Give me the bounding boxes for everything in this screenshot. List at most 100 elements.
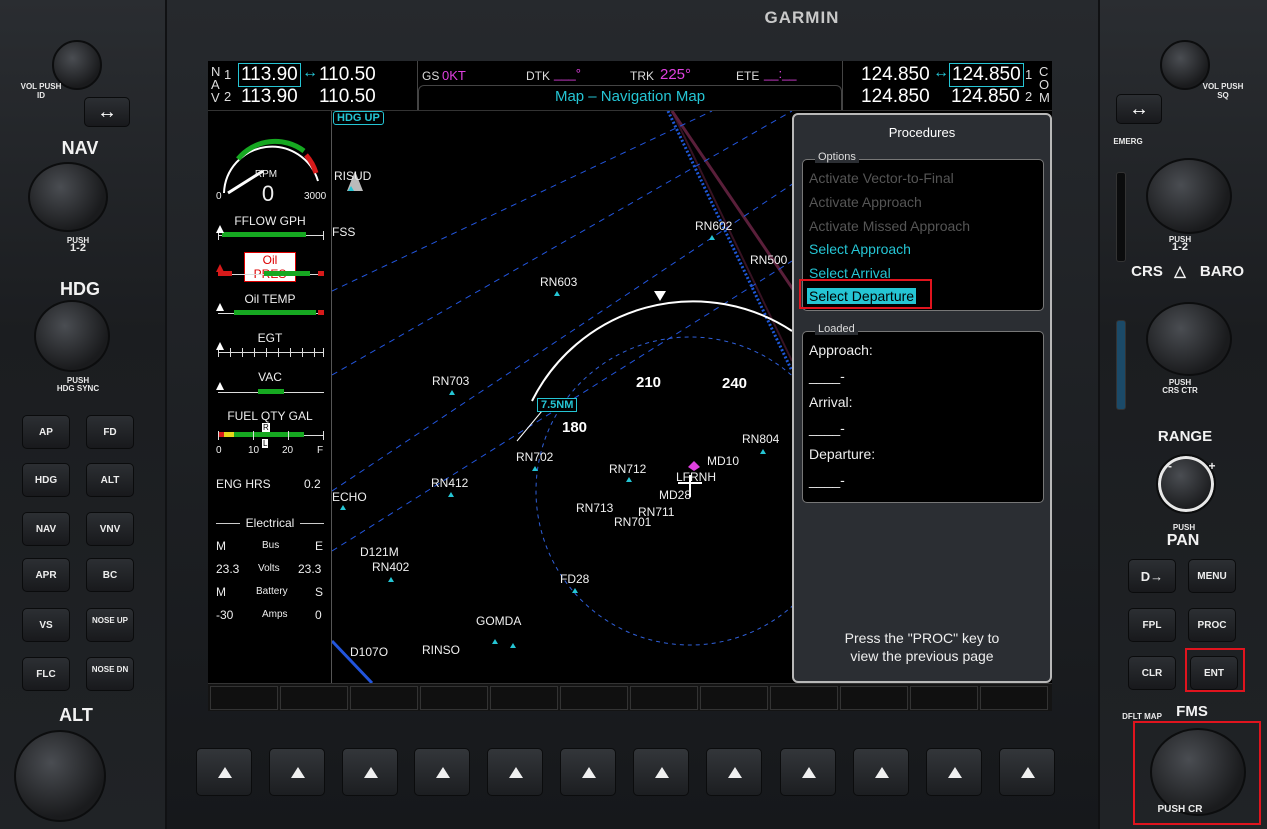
fpl-button[interactable]: FPL <box>1128 608 1176 642</box>
nose-up-button[interactable]: NOSE UP <box>86 608 134 642</box>
crs-baro-knob[interactable] <box>1146 302 1232 376</box>
softkey-4[interactable] <box>414 748 470 796</box>
com2-standby-frequency[interactable]: 124.850 <box>951 86 1020 108</box>
waypoint-fd28[interactable]: FD28 <box>560 572 589 586</box>
nav2-active-frequency[interactable]: 113.90 <box>241 86 298 108</box>
nav-knob[interactable] <box>28 162 108 232</box>
softkey-5[interactable] <box>487 748 543 796</box>
waypoint-icon <box>760 449 766 454</box>
waypoint-rn701[interactable]: RN701 <box>614 515 651 529</box>
com-swap-button[interactable]: ↔ <box>1116 94 1162 124</box>
select-departure-highlight <box>799 279 932 309</box>
waypoint-rn703[interactable]: RN703 <box>432 374 469 388</box>
waypoint-rn500[interactable]: RN500 <box>750 253 787 267</box>
nav1-active-frequency[interactable]: 113.90 <box>238 63 301 87</box>
softkey-6[interactable] <box>560 748 616 796</box>
com-radio-box[interactable]: 124.850 ↔ 124.850 124.850 124.850 1 2 C … <box>842 61 1052 110</box>
footer-line-2: view the previous page <box>850 648 994 664</box>
arrival-label: Arrival: <box>809 394 853 410</box>
apr-button[interactable]: APR <box>22 558 70 592</box>
dflt-map-label: DFLT MAP <box>1122 712 1162 721</box>
waypoint-md10[interactable]: MD10 <box>707 454 739 468</box>
option-activate-vector-to-final: Activate Vector-to-Final <box>809 170 954 186</box>
fms-label: FMS <box>1176 703 1208 720</box>
softkey-arrow-icon <box>655 767 669 778</box>
oil-temp-bar <box>218 308 324 318</box>
softkey-arrow-icon <box>218 767 232 778</box>
waypoint-d107o[interactable]: D107O <box>350 645 388 659</box>
amps-right: 0 <box>315 608 322 622</box>
ap-button[interactable]: AP <box>22 415 70 449</box>
softkey-8[interactable] <box>706 748 762 796</box>
waypoint-gomda[interactable]: GOMDA <box>476 614 521 628</box>
com2-index: 2 <box>1025 89 1033 104</box>
fuel-tick-f: F <box>317 445 324 456</box>
waypoint-rn804[interactable]: RN804 <box>742 432 779 446</box>
menu-button[interactable]: MENU <box>1188 559 1236 593</box>
waypoint-rn702[interactable]: RN702 <box>516 450 553 464</box>
nav-button[interactable]: NAV <box>22 512 70 546</box>
option-select-approach[interactable]: Select Approach <box>809 241 911 257</box>
elec-m1: M <box>216 539 226 553</box>
alt-knob[interactable] <box>14 730 106 822</box>
flc-button[interactable]: FLC <box>22 657 70 691</box>
fms-knob[interactable] <box>1150 728 1246 816</box>
waypoint-icon <box>510 643 516 648</box>
elec-e: E <box>315 539 324 553</box>
footer-line-1: Press the "PROC" key to <box>844 630 1000 646</box>
nose-dn-button[interactable]: NOSE DN <box>86 657 134 691</box>
waypoint-rn412[interactable]: RN412 <box>431 476 468 490</box>
arrival-value: ____- <box>809 420 845 436</box>
softkey-3[interactable] <box>342 748 398 796</box>
clr-button[interactable]: CLR <box>1128 656 1176 690</box>
page-title: Map – Navigation Map <box>554 88 706 105</box>
waypoint-rn712[interactable]: RN712 <box>609 462 646 476</box>
softkey-label-7 <box>630 686 698 710</box>
waypoint-rinso[interactable]: RINSO <box>422 643 460 657</box>
softkey-7[interactable] <box>633 748 689 796</box>
softkey-12[interactable] <box>999 748 1055 796</box>
gs-label: GS <box>422 69 440 83</box>
softkey-11[interactable] <box>926 748 982 796</box>
nav1-standby-frequency[interactable]: 110.50 <box>319 64 376 86</box>
proc-button[interactable]: PROC <box>1188 608 1236 642</box>
hdg-knob[interactable] <box>34 300 110 372</box>
nav1-index: 1 <box>224 67 232 82</box>
fuel-tick-0: 0 <box>216 445 222 456</box>
softkey-9[interactable] <box>780 748 836 796</box>
waypoint-rn603[interactable]: RN603 <box>540 275 577 289</box>
direct-to-button[interactable]: D→ <box>1128 559 1176 593</box>
waypoint-lfrnh[interactable]: LFRNH <box>676 470 716 484</box>
com1-standby-frequency[interactable]: 124.850 <box>949 63 1024 87</box>
rpm-max: 3000 <box>304 191 327 202</box>
vnv-button[interactable]: VNV <box>86 512 134 546</box>
waypoint-rn602[interactable]: RN602 <box>695 219 732 233</box>
ent-button[interactable]: ENT <box>1190 656 1238 690</box>
waypoint-fss[interactable]: FSS <box>332 225 355 239</box>
softkey-10[interactable] <box>853 748 909 796</box>
bc-button[interactable]: BC <box>86 558 134 592</box>
softkey-label-2 <box>280 686 348 710</box>
vol-nav-push-label: PUSH ID <box>37 82 62 100</box>
fd-button[interactable]: FD <box>86 415 134 449</box>
hdg-button[interactable]: HDG <box>22 463 70 497</box>
waypoint-risud[interactable]: RISUD <box>334 169 371 183</box>
softkey-2[interactable] <box>269 748 325 796</box>
waypoint-d121m[interactable]: D121M <box>360 545 399 559</box>
emerg-label: EMERG <box>1113 137 1143 146</box>
alt-button[interactable]: ALT <box>86 463 134 497</box>
vs-button[interactable]: VS <box>22 608 70 642</box>
options-label: Options <box>815 151 859 163</box>
com-knob[interactable] <box>1146 158 1232 234</box>
nav-swap-button[interactable]: ↔ <box>84 97 130 127</box>
com2-active-frequency[interactable]: 124.850 <box>861 86 930 108</box>
oil-pres-pointer <box>216 264 224 272</box>
nav2-standby-frequency[interactable]: 110.50 <box>319 86 376 108</box>
waypoint-rn402[interactable]: RN402 <box>372 560 409 574</box>
waypoint-echo[interactable]: ECHO <box>332 490 367 504</box>
waypoint-md28[interactable]: MD28 <box>659 488 691 502</box>
waypoint-rn713[interactable]: RN713 <box>576 501 613 515</box>
softkey-1[interactable] <box>196 748 252 796</box>
nav-radio-box[interactable]: N A V 1 2 113.90 ↔ 110.50 113.90 110.50 <box>208 61 418 110</box>
com1-active-frequency[interactable]: 124.850 <box>861 64 930 86</box>
